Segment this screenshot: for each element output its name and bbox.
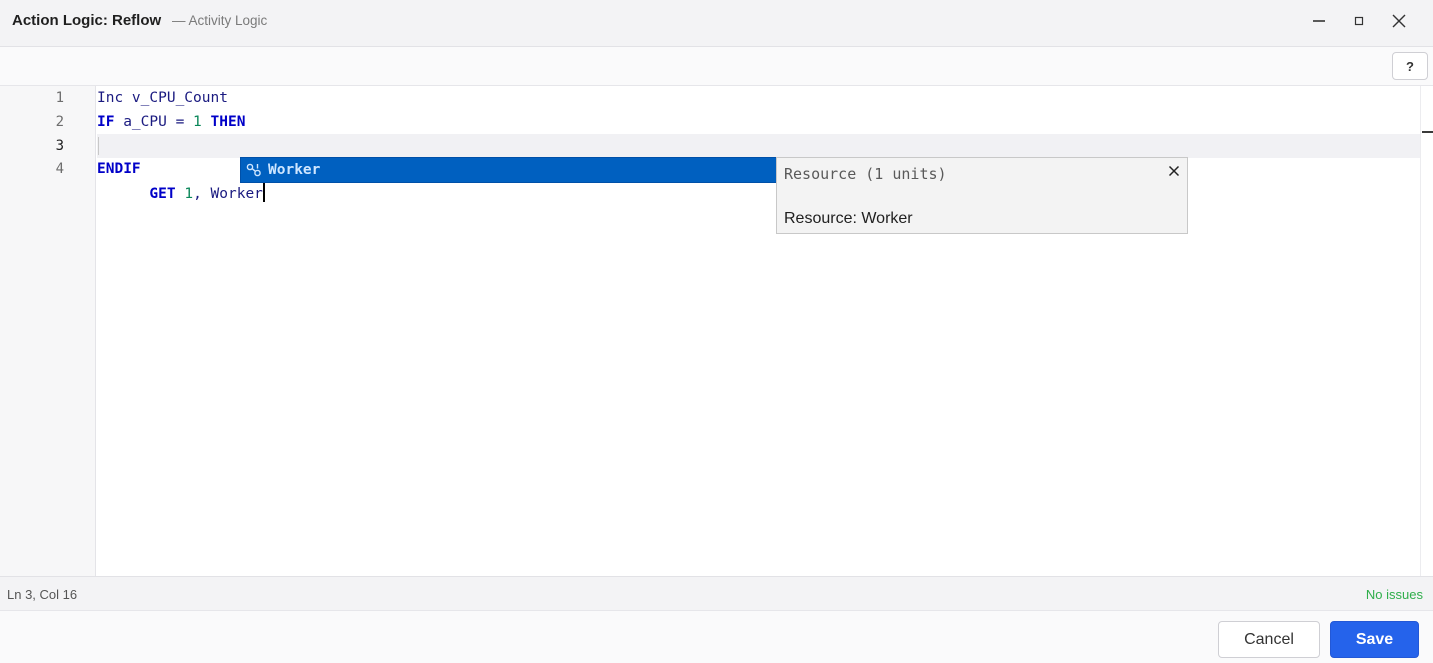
minimize-icon [1312, 14, 1326, 28]
status-bar: Ln 3, Col 16 No issues [0, 576, 1433, 611]
details-documentation: Resource: Worker [784, 210, 913, 227]
code-token-num: 1 [184, 186, 194, 202]
code-line[interactable]: Inc v_CPU_Count [97, 86, 228, 110]
close-icon [1168, 164, 1180, 182]
line-number: 4 [55, 161, 64, 177]
line-number: 2 [55, 114, 64, 130]
text-caret [262, 183, 265, 202]
issues-status: No issues [1365, 587, 1423, 602]
code-line[interactable]: IF a_CPU = 1 THEN [97, 110, 245, 134]
code-token-kw: ENDIF [97, 161, 141, 177]
save-button[interactable]: Save [1330, 621, 1419, 658]
help-button[interactable]: ? [1392, 52, 1428, 80]
vertical-scrollbar[interactable] [1420, 86, 1433, 576]
code-token-num: 1 [193, 114, 202, 130]
code-line[interactable]: ENDIF [97, 157, 141, 181]
line-number-gutter: 1 2 3 4 [0, 86, 96, 576]
autocomplete-details-panel: Resource (1 units) Resource: Worker [776, 157, 1188, 234]
title-bar: Action Logic: Reflow — Activity Logic [0, 0, 1433, 47]
details-signature: Resource (1 units) [784, 165, 947, 183]
minimize-button[interactable] [1302, 6, 1336, 36]
cursor-position-marker [1422, 131, 1433, 133]
close-icon [1391, 13, 1407, 29]
code-token-ident [202, 114, 211, 130]
editor-toolbar: ? [0, 47, 1433, 86]
code-token-ident: , Worker [193, 186, 263, 202]
indent-guide [98, 137, 99, 155]
code-token-ident [132, 186, 149, 202]
dialog-footer: Cancel Save [0, 611, 1433, 663]
dialog-title: Action Logic: Reflow [12, 12, 162, 29]
code-token-ident: Inc v_CPU_Count [97, 90, 228, 106]
autocomplete-item-worker[interactable]: Worker [240, 157, 777, 183]
code-token-kw: IF [97, 114, 115, 130]
code-token-kw: GET [149, 186, 176, 202]
cursor-position: Ln 3, Col 16 [7, 587, 78, 602]
resource-icon [245, 161, 263, 179]
close-button[interactable] [1382, 6, 1416, 36]
autocomplete-item-label: Worker [268, 162, 321, 178]
maximize-button[interactable] [1342, 6, 1376, 36]
cancel-button[interactable]: Cancel [1218, 621, 1320, 658]
line-number: 3 [55, 138, 64, 154]
details-close-button[interactable] [1165, 164, 1183, 182]
dialog-subtitle: — Activity Logic [172, 13, 268, 28]
code-token-kw: THEN [210, 114, 246, 130]
code-line-current[interactable]: GET 1, Worker [97, 134, 1420, 202]
line-number: 1 [55, 90, 64, 106]
code-token-ident: a_CPU = [114, 114, 194, 130]
maximize-icon [1354, 16, 1364, 26]
